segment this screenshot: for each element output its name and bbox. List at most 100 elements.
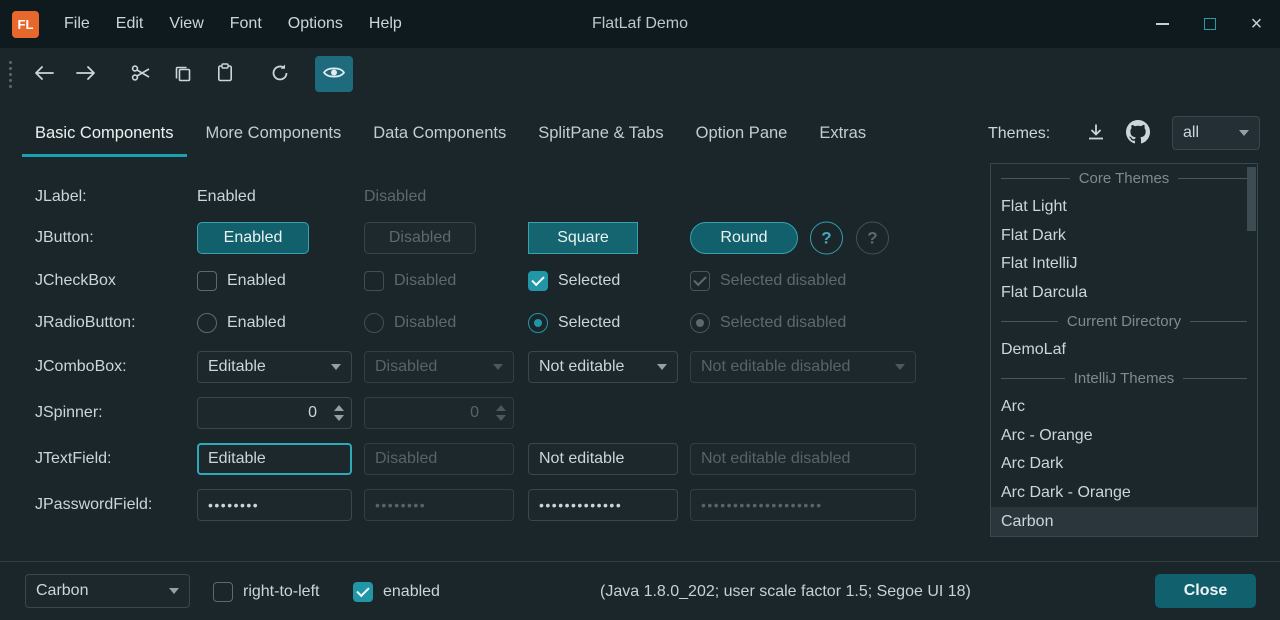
chevron-down-icon: [1239, 130, 1249, 136]
radio-label: Enabled: [227, 314, 286, 332]
theme-filter-combobox[interactable]: all: [1172, 116, 1260, 150]
eye-icon: [323, 65, 345, 83]
help-button-disabled: ?: [856, 222, 889, 255]
spinner-arrows[interactable]: [327, 398, 351, 428]
menu-options[interactable]: Options: [275, 0, 356, 48]
checkbox-label: right-to-left: [243, 583, 319, 601]
theme-item-flat-light[interactable]: Flat Light: [991, 193, 1257, 222]
theme-item-carbon[interactable]: Carbon: [991, 507, 1257, 536]
passwordfield-enabled[interactable]: ••••••••: [197, 489, 352, 521]
passwordfield-not-editable[interactable]: •••••••••••••: [528, 489, 678, 521]
theme-item-arc-orange[interactable]: Arc - Orange: [991, 421, 1257, 450]
password-dots: ••••••••: [208, 497, 259, 513]
tab-more-components[interactable]: More Components: [190, 110, 358, 157]
tab-data-components[interactable]: Data Components: [357, 110, 522, 157]
password-dots: ••••••••: [375, 497, 426, 513]
help-button[interactable]: ?: [810, 222, 843, 255]
refresh-button[interactable]: [261, 56, 299, 92]
menu-file[interactable]: File: [51, 0, 103, 48]
copy-icon: [174, 64, 192, 85]
checkbox-checked-icon: [353, 582, 373, 602]
tab-splitpane-tabs[interactable]: SplitPane & Tabs: [522, 110, 679, 157]
radio-icon: [197, 313, 217, 333]
checkbox-icon: [364, 271, 384, 291]
theme-item-demolaf[interactable]: DemoLaf: [991, 336, 1257, 365]
radio-enabled[interactable]: Enabled: [197, 313, 286, 333]
flatlaf-demo-window: FL File Edit View Font Options Help Flat…: [0, 0, 1280, 620]
theme-item-arc-dark-orange[interactable]: Arc Dark - Orange: [991, 479, 1257, 508]
tab-basic-components[interactable]: Basic Components: [19, 110, 190, 157]
close-button[interactable]: Close: [1155, 574, 1256, 608]
github-button[interactable]: [1120, 115, 1156, 151]
enabled-checkbox[interactable]: enabled: [353, 562, 440, 620]
toolbar-grip[interactable]: [9, 61, 12, 88]
right-to-left-checkbox[interactable]: right-to-left: [213, 562, 319, 620]
cut-button[interactable]: [122, 56, 160, 92]
jradiobutton-row-label: JRadioButton:: [35, 314, 136, 332]
jcombobox-row-label: JComboBox:: [35, 358, 127, 376]
textfield-not-editable[interactable]: Not editable: [528, 443, 678, 475]
checkbox-enabled[interactable]: Enabled: [197, 271, 286, 291]
menu-edit[interactable]: Edit: [103, 0, 157, 48]
jpasswordfield-row: JPasswordField: •••••••• •••••••• ••••••…: [0, 487, 965, 523]
spinner-up-icon[interactable]: [334, 405, 344, 411]
combobox-not-editable[interactable]: Not editable: [528, 351, 678, 383]
tab-option-pane[interactable]: Option Pane: [680, 110, 804, 157]
label-disabled: Disabled: [364, 188, 426, 206]
textfield-value: Not editable disabled: [701, 450, 850, 468]
theme-list-separator: IntelliJ Themes: [991, 364, 1257, 393]
round-button[interactable]: Round: [690, 222, 798, 254]
combobox-editable[interactable]: Editable: [197, 351, 352, 383]
chevron-down-icon: [169, 588, 179, 594]
statusbar-theme-value: Carbon: [36, 582, 88, 600]
chevron-down-icon: [493, 364, 503, 370]
combobox-value: Editable: [208, 358, 266, 376]
minimize-button[interactable]: [1139, 0, 1186, 48]
tab-bar: Basic Components More Components Data Co…: [19, 110, 882, 157]
combobox-value: Not editable: [539, 358, 624, 376]
spinner-value: 0: [365, 398, 489, 428]
minimize-icon: [1156, 23, 1169, 25]
checkbox-disabled: Disabled: [364, 271, 456, 291]
spinner-enabled[interactable]: 0: [197, 397, 352, 429]
radio-label: Selected: [558, 314, 620, 332]
menu-help[interactable]: Help: [356, 0, 415, 48]
square-button[interactable]: Square: [528, 222, 638, 254]
enabled-button[interactable]: Enabled: [197, 222, 309, 254]
download-themes-button[interactable]: [1078, 115, 1114, 151]
checkbox-selected[interactable]: Selected: [528, 271, 620, 291]
textfield-editable[interactable]: Editable: [197, 443, 352, 475]
back-button[interactable]: [25, 56, 63, 92]
copy-button[interactable]: [164, 56, 202, 92]
theme-item-arc[interactable]: Arc: [991, 393, 1257, 422]
textfield-value: Editable: [208, 450, 266, 468]
maximize-button[interactable]: [1186, 0, 1233, 48]
chevron-down-icon: [895, 364, 905, 370]
checkbox-label: Selected disabled: [720, 272, 846, 290]
radio-selected[interactable]: Selected: [528, 313, 620, 333]
theme-item-flat-intellij[interactable]: Flat IntelliJ: [991, 250, 1257, 279]
combobox-value: Not editable disabled: [701, 358, 850, 376]
theme-item-flat-dark[interactable]: Flat Dark: [991, 221, 1257, 250]
checkbox-selected-disabled: Selected disabled: [690, 271, 846, 291]
show-hidden-toggle-button[interactable]: [315, 56, 353, 92]
jcombobox-row: JComboBox: Editable Disabled Not editabl…: [0, 349, 965, 385]
theme-list-separator: Current Directory: [991, 307, 1257, 336]
menu-font[interactable]: Font: [217, 0, 275, 48]
close-window-button[interactable]: ×: [1233, 0, 1280, 48]
tab-extras[interactable]: Extras: [803, 110, 882, 157]
menu-view[interactable]: View: [156, 0, 216, 48]
theme-list-scrollbar-thumb[interactable]: [1247, 167, 1256, 231]
checkbox-checked-icon: [690, 271, 710, 291]
checkbox-icon: [197, 271, 217, 291]
jspinner-row-label: JSpinner:: [35, 404, 103, 422]
statusbar-theme-combobox[interactable]: Carbon: [25, 574, 190, 608]
theme-item-flat-darcula[interactable]: Flat Darcula: [991, 278, 1257, 307]
paste-button[interactable]: [206, 56, 244, 92]
jcheckbox-row: JCheckBox Enabled Disabled Selected Sele…: [0, 263, 965, 299]
radio-selected-icon: [528, 313, 548, 333]
theme-item-arc-dark[interactable]: Arc Dark: [991, 450, 1257, 479]
radio-icon: [364, 313, 384, 333]
forward-button[interactable]: [67, 56, 105, 92]
spinner-down-icon[interactable]: [334, 415, 344, 421]
